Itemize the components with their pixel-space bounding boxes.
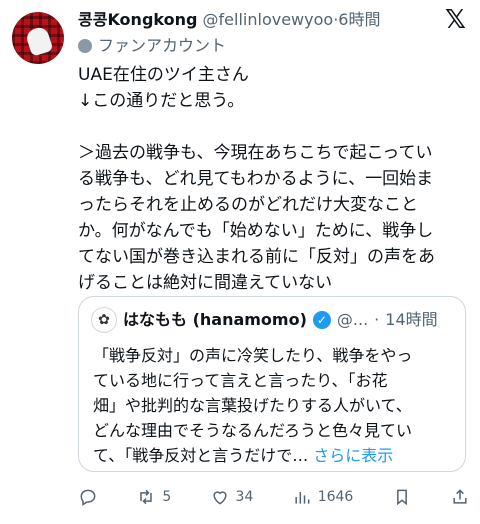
reply-icon — [80, 489, 96, 506]
tweet-header: 콩콩Kongkong @fellinlovewyoo·6時間 — [78, 8, 438, 32]
share-icon — [453, 489, 467, 504]
retweet-icon — [140, 489, 153, 505]
quote-display-name: はなもも (hanamomo) — [123, 310, 307, 329]
quote-text: 「戦争反対」の声に冷笑したり、戦争をやっ ている地に行って言えと言ったり、「お花… — [93, 343, 457, 468]
fan-account-label: ファンアカウント — [78, 34, 226, 58]
handle[interactable]: @fellinlovewyoo — [203, 10, 334, 29]
reply-button[interactable] — [78, 487, 98, 507]
quote-timestamp: 14時間 — [385, 310, 438, 329]
quote-header: ✿ はなもも (hanamomo) ✓ @... · 14時間 — [91, 307, 457, 333]
heart-icon — [212, 491, 227, 505]
timestamp[interactable]: 6時間 — [338, 10, 380, 29]
quoted-tweet[interactable]: ✿ はなもも (hanamomo) ✓ @... · 14時間 「戦争反対」の声に冷… — [78, 296, 466, 472]
show-more-link[interactable]: さらに表示 — [313, 446, 393, 465]
verified-icon: ✓ — [312, 311, 331, 329]
retweet-button[interactable]: 5 — [136, 487, 171, 507]
avatar-figure — [24, 25, 54, 57]
bookmark-icon — [396, 489, 407, 506]
views-button[interactable]: 1646 — [292, 487, 354, 507]
avatar[interactable] — [12, 12, 64, 64]
action-bar: 5 34 1646 — [78, 484, 470, 510]
share-button[interactable] — [450, 487, 470, 507]
display-name[interactable]: 콩콩Kongkong — [78, 10, 197, 29]
views-icon — [295, 492, 310, 504]
mask-icon — [78, 39, 92, 53]
quote-avatar: ✿ — [91, 307, 117, 333]
tweet-text: UAE在住のツイ主さん ↓この通りだと思う。 ＞過去の戦争も、今現在あちこちで起… — [78, 65, 435, 293]
like-button[interactable]: 34 — [210, 487, 254, 507]
x-logo-icon[interactable]: 𝕏 — [445, 6, 466, 34]
bookmark-button[interactable] — [392, 487, 412, 507]
like-count: 34 — [235, 489, 254, 505]
quote-separator: · — [374, 310, 380, 329]
quote-handle: @... — [336, 310, 369, 329]
view-count: 1646 — [317, 489, 354, 505]
fan-account-text: ファンアカウント — [98, 36, 227, 55]
retweet-count: 5 — [162, 489, 172, 505]
